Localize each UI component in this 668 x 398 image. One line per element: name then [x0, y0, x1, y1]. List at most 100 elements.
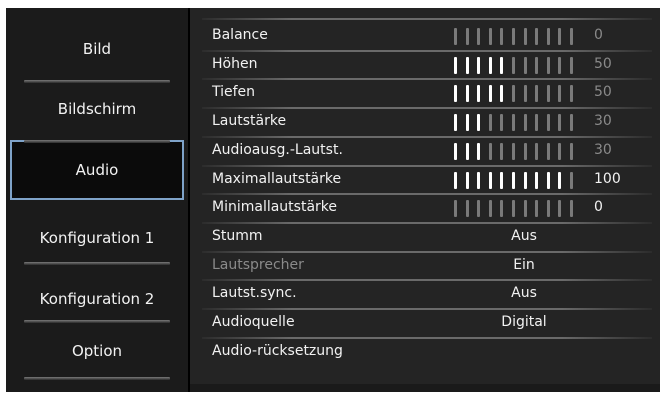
level-slider[interactable]: [454, 28, 584, 45]
setting-value: 0: [594, 199, 603, 216]
slider-tick: [558, 85, 562, 103]
setting-label: Lautstärke: [212, 113, 287, 130]
slider-tick: [535, 114, 539, 132]
slider-tick: [535, 142, 539, 160]
setting-row-lautstarke[interactable]: Lautstärke 30: [190, 108, 660, 137]
row-separator: [202, 78, 652, 81]
row-separator: [202, 279, 652, 282]
slider-tick: [477, 200, 481, 218]
slider-tick: [512, 200, 515, 218]
slider-tick: [500, 85, 504, 103]
slider-tick: [512, 56, 515, 74]
level-slider[interactable]: [454, 114, 584, 132]
nav-item-audio[interactable]: Audio: [10, 140, 184, 200]
row-separator: [202, 193, 652, 196]
setting-option-value[interactable]: Ein: [454, 257, 594, 273]
nav-item-label: Konfiguration 1: [39, 229, 155, 247]
slider-tick: [465, 114, 469, 132]
setting-row-balance[interactable]: Balance 0: [190, 22, 660, 51]
slider-tick: [558, 56, 562, 74]
slider-tick: [477, 85, 481, 103]
slider-tick: [523, 56, 527, 74]
slider-tick: [477, 114, 481, 132]
setting-row-minimallautstarke[interactable]: Minimallautstärke 0: [190, 194, 660, 223]
level-slider[interactable]: [454, 142, 584, 160]
slider-tick: [546, 28, 550, 45]
slider-tick: [454, 114, 457, 132]
slider-tick: [523, 85, 527, 103]
slider-tick: [535, 85, 539, 103]
slider-tick: [546, 142, 550, 160]
setting-row-audioausg-lautst[interactable]: Audioausg.-Lautst. 30: [190, 137, 660, 166]
slider-tick: [454, 56, 457, 74]
slider-tick: [454, 85, 457, 103]
slider-tick: [535, 56, 539, 74]
slider-tick: [500, 56, 504, 74]
setting-row-stumm[interactable]: Stumm Aus: [190, 223, 660, 252]
nav-item-option[interactable]: Option: [10, 321, 184, 381]
slider-tick: [454, 142, 457, 160]
slider-tick: [512, 114, 515, 132]
setting-option-value[interactable]: Aus: [454, 285, 594, 301]
slider-tick: [454, 28, 457, 45]
nav-item-label: Bild: [82, 40, 112, 58]
setting-option-value[interactable]: Aus: [454, 228, 594, 244]
setting-label: Maximallautstärke: [212, 170, 342, 187]
slider-tick: [558, 114, 562, 132]
slider-tick: [465, 200, 469, 218]
setting-label: Tiefen: [212, 84, 256, 101]
row-separator: [202, 18, 652, 20]
nav-separator: [24, 320, 170, 323]
level-slider[interactable]: [454, 200, 584, 218]
slider-tick: [570, 56, 573, 74]
slider-tick: [570, 171, 573, 189]
setting-value: 50: [594, 55, 612, 72]
setting-label: Audioquelle: [212, 314, 295, 330]
slider-tick: [488, 56, 492, 74]
row-separator: [202, 49, 652, 52]
slider-tick: [454, 200, 457, 218]
level-slider[interactable]: [454, 171, 584, 189]
slider-tick: [477, 171, 481, 189]
slider-tick: [558, 171, 562, 189]
row-separator: [202, 135, 652, 138]
setting-row-lautsprecher[interactable]: Lautsprecher Ein: [190, 252, 660, 281]
level-slider[interactable]: [454, 56, 584, 74]
slider-tick: [546, 85, 550, 103]
osd-menu: Bild Bildschirm Audio Konfiguration 1 Konfig…: [6, 8, 660, 392]
level-slider[interactable]: [454, 85, 584, 103]
slider-tick: [523, 171, 527, 189]
slider-tick: [523, 114, 527, 132]
setting-option-value[interactable]: Digital: [454, 314, 594, 330]
row-separator: [202, 164, 652, 167]
setting-row-tiefen[interactable]: Tiefen 50: [190, 79, 660, 108]
nav-item-konfiguration-1[interactable]: Konfiguration 1: [10, 208, 184, 268]
setting-label: Audio-rücksetzung: [212, 342, 343, 359]
slider-tick: [465, 85, 469, 103]
slider-tick: [477, 56, 481, 74]
slider-tick: [500, 114, 504, 132]
nav-separator: [24, 262, 170, 265]
slider-tick: [477, 28, 481, 45]
nav-item-bild[interactable]: Bild: [10, 19, 184, 79]
nav-item-bildschirm[interactable]: Bildschirm: [10, 79, 184, 139]
setting-label: Minimallautstärke: [212, 199, 338, 216]
setting-row-audioquelle[interactable]: Audioquelle Digital: [190, 309, 660, 338]
slider-tick: [535, 171, 539, 189]
slider-tick: [523, 200, 527, 218]
slider-tick: [546, 114, 550, 132]
slider-tick: [535, 200, 539, 218]
row-separator: [202, 107, 652, 110]
slider-tick: [558, 28, 562, 45]
setting-label: Stumm: [212, 227, 263, 244]
setting-row-hohen[interactable]: Höhen 50: [190, 51, 660, 80]
nav-item-label: Bildschirm: [57, 100, 137, 118]
setting-row-lautst-sync[interactable]: Lautst.sync. Aus: [190, 280, 660, 309]
setting-value: 30: [594, 113, 612, 130]
slider-tick: [570, 142, 573, 160]
setting-row-audio-rucksetzung[interactable]: Audio-rücksetzung: [190, 338, 660, 367]
settings-panel: Balance 0 Höhen 50 Tiefen 50 Lautstärke 30 Audio…: [190, 8, 660, 392]
setting-row-maximallautstarke[interactable]: Maximallautstärke 100: [190, 166, 660, 195]
slider-tick: [500, 142, 504, 160]
slider-tick: [500, 171, 504, 189]
